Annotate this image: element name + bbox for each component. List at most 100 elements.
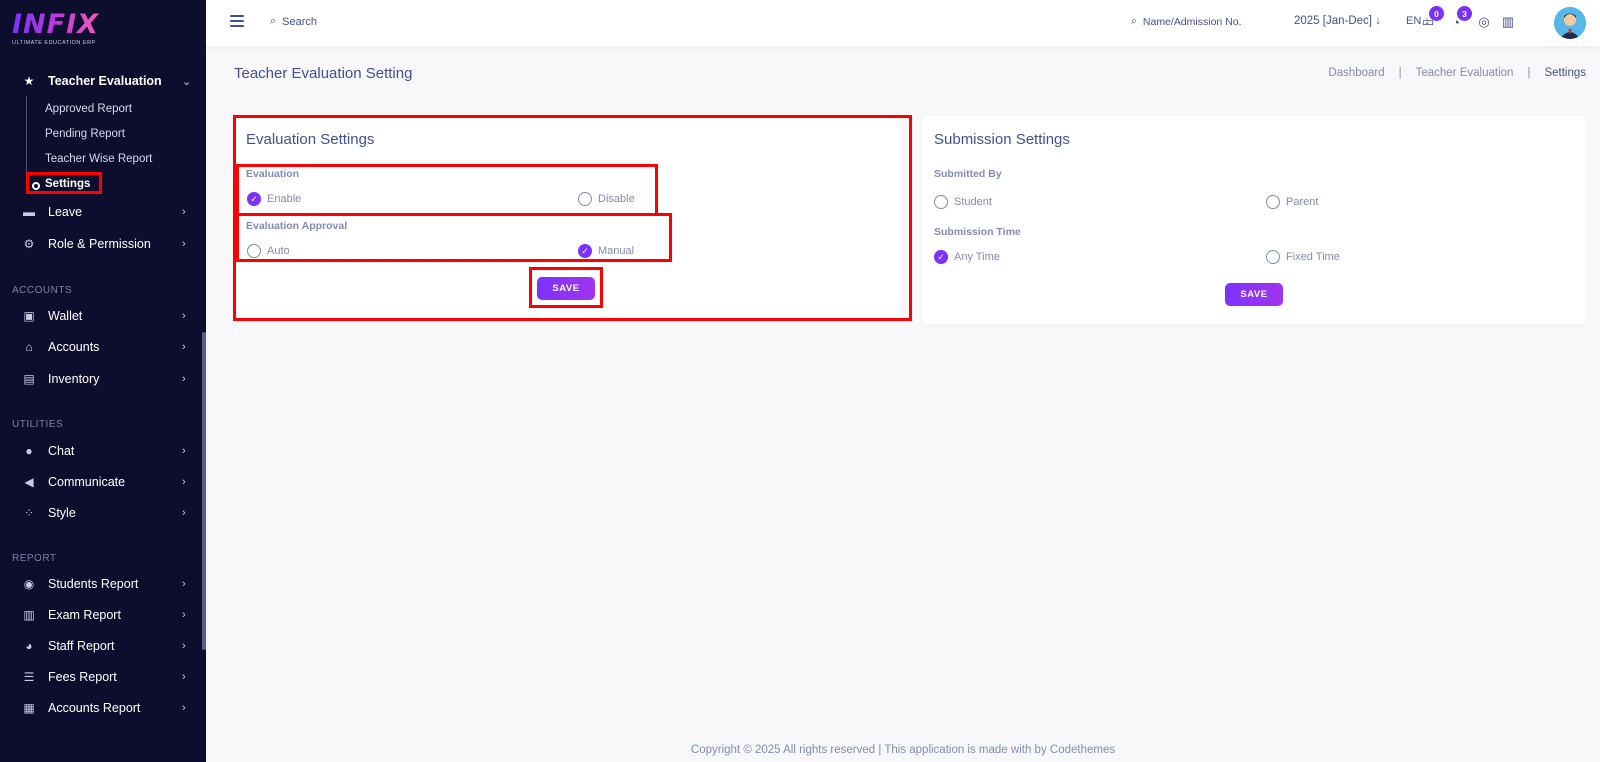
sidebar-item-exam-report[interactable]: ▥ Exam Report › xyxy=(0,601,200,629)
topbar: ⌕ Search ⌕ Name/Admission No. 2025 [Jan-… xyxy=(206,0,1600,46)
sidebar-item-label: Inventory xyxy=(48,372,100,386)
chat-icon: ● xyxy=(25,444,33,458)
radio-circle-icon xyxy=(934,195,948,209)
search-input[interactable]: ⌕ Search xyxy=(270,15,317,28)
chevron-right-icon: › xyxy=(182,341,186,353)
chevron-right-icon: › xyxy=(182,238,186,250)
radio-circle-icon xyxy=(1266,195,1280,209)
radio-label: Parent xyxy=(1286,196,1319,208)
sidebar-item-label: Accounts Report xyxy=(48,701,141,715)
radio-circle-icon xyxy=(578,192,592,206)
year-value: 2025 [Jan-Dec] xyxy=(1294,15,1372,27)
fees-icon: ☰ xyxy=(23,670,35,684)
radio-fixed-time[interactable]: Fixed Time xyxy=(1266,250,1340,264)
user-avatar[interactable] xyxy=(1554,7,1586,39)
chevron-right-icon: › xyxy=(182,507,186,519)
active-dot-icon xyxy=(32,182,40,190)
sidebar-item-leave[interactable]: ▬ Leave › xyxy=(0,198,200,226)
sidebar-item-students-report[interactable]: ◉ Students Report › xyxy=(0,570,200,598)
submenu-teacher-wise-report[interactable]: Teacher Wise Report xyxy=(45,153,152,165)
chevron-right-icon: › xyxy=(182,609,186,621)
sidebar-item-role-permission[interactable]: ⚙ Role & Permission › xyxy=(0,230,200,258)
sidebar-scroll-thumb[interactable] xyxy=(202,332,206,650)
logo-brand: INFIX xyxy=(12,10,112,40)
radio-student[interactable]: Student xyxy=(934,195,992,209)
radio-disable[interactable]: Disable xyxy=(578,192,635,206)
sidebar-item-accounts[interactable]: ⌂ Accounts › xyxy=(0,333,200,361)
radio-parent[interactable]: Parent xyxy=(1266,195,1318,209)
inventory-icon: ▤ xyxy=(23,372,35,386)
chevron-right-icon: › xyxy=(182,640,186,652)
chevron-right-icon: › xyxy=(182,445,186,457)
radio-enable[interactable]: ✓ Enable xyxy=(247,192,301,206)
sidebar: INFIX ULTIMATE EDUCATION ERP ★ Teacher E… xyxy=(0,0,206,762)
radio-label: Enable xyxy=(267,193,302,205)
breadcrumb-teacher-evaluation[interactable]: Teacher Evaluation xyxy=(1416,67,1514,79)
hamburger-menu-icon[interactable] xyxy=(230,15,244,27)
evaluation-approval-label: Evaluation Approval xyxy=(246,220,348,232)
radio-auto[interactable]: Auto xyxy=(247,244,290,258)
submenu-pending-report[interactable]: Pending Report xyxy=(45,128,125,140)
chevron-right-icon: › xyxy=(182,671,186,683)
sidebar-item-label: Style xyxy=(48,506,76,520)
sidebar-item-label: Accounts xyxy=(48,340,100,354)
evaluation-settings-title: Evaluation Settings xyxy=(246,131,375,148)
sidebar-item-communicate[interactable]: ◀ Communicate › xyxy=(0,468,200,496)
sidebar-item-label: Wallet xyxy=(48,309,83,323)
radio-circle-icon xyxy=(247,244,261,258)
bank-icon: ⌂ xyxy=(25,340,33,354)
checkmark-icon: ✓ xyxy=(247,192,261,206)
sidebar-item-label: Chat xyxy=(48,444,75,458)
radio-label: Manual xyxy=(598,245,635,257)
breadcrumb-separator: | xyxy=(1398,67,1402,79)
radio-any-time[interactable]: ✓ Any Time xyxy=(934,250,1000,264)
checkmark-icon: ✓ xyxy=(934,250,948,264)
submission-save-button[interactable]: SAVE xyxy=(1225,283,1283,306)
breadcrumb-separator: | xyxy=(1527,67,1531,79)
sidebar-item-accounts-report[interactable]: ▦ Accounts Report › xyxy=(0,694,200,722)
chevron-right-icon: › xyxy=(182,702,186,714)
sidebar-item-label: Fees Report xyxy=(48,670,117,684)
breadcrumb-settings: Settings xyxy=(1544,67,1586,79)
app-logo[interactable]: INFIX ULTIMATE EDUCATION ERP xyxy=(12,10,112,50)
globe-icon[interactable]: ◎ xyxy=(1476,14,1492,30)
sidebar-item-label: Communicate xyxy=(48,475,126,489)
arrow-down-icon: ↓ xyxy=(1375,15,1381,27)
admission-search-input[interactable]: ⌕ Name/Admission No. xyxy=(1131,15,1242,28)
radio-manual[interactable]: ✓ Manual xyxy=(578,244,634,258)
footer-copyright: Copyright © 2025 All rights reserved | T… xyxy=(690,744,1116,756)
sidebar-item-teacher-evaluation[interactable]: ★ Teacher Evaluation ⌄ xyxy=(0,67,200,95)
sidebar-item-wallet[interactable]: ▣ Wallet › xyxy=(0,302,200,330)
chart-icon[interactable]: ▥ xyxy=(1500,14,1516,30)
language-value: EN xyxy=(1406,15,1422,27)
accounts-report-icon: ▦ xyxy=(23,701,35,715)
submenu-settings[interactable]: Settings xyxy=(45,178,90,190)
chevron-down-icon: ⌄ xyxy=(182,75,192,88)
sidebar-item-inventory[interactable]: ▤ Inventory › xyxy=(0,365,200,393)
staff-icon: ◕ xyxy=(25,639,33,653)
style-icon: ⁘ xyxy=(23,506,35,520)
year-selector[interactable]: 2025 [Jan-Dec] ↓ xyxy=(1294,15,1381,27)
chevron-right-icon: › xyxy=(182,206,186,218)
sidebar-item-fees-report[interactable]: ☰ Fees Report › xyxy=(0,663,200,691)
chevron-right-icon: › xyxy=(182,476,186,488)
page-title: Teacher Evaluation Setting xyxy=(234,65,413,82)
sidebar-item-staff-report[interactable]: ◕ Staff Report › xyxy=(0,632,200,660)
search-icon: ⌕ xyxy=(1131,15,1137,27)
admission-placeholder: Name/Admission No. xyxy=(1142,15,1242,28)
chevron-right-icon: › xyxy=(182,310,186,322)
section-utilities: UTILITIES xyxy=(12,419,64,430)
radio-label: Fixed Time xyxy=(1286,251,1340,263)
messages-icon[interactable]: ▭ 0 xyxy=(1420,6,1444,30)
evaluation-save-button[interactable]: SAVE xyxy=(537,277,595,300)
submission-settings-title: Submission Settings xyxy=(934,131,1070,148)
sidebar-item-chat[interactable]: ● Chat › xyxy=(0,437,200,465)
submenu-approved-report[interactable]: Approved Report xyxy=(45,103,132,115)
submission-time-label: Submission Time xyxy=(934,226,1021,238)
breadcrumb-dashboard[interactable]: Dashboard xyxy=(1328,67,1384,79)
bell-icon[interactable]: ◔ 3 xyxy=(1448,6,1472,30)
sidebar-item-style[interactable]: ⁘ Style › xyxy=(0,499,200,527)
radio-label: Student xyxy=(954,196,992,208)
search-icon: ⌕ xyxy=(270,15,277,27)
exam-icon: ▥ xyxy=(23,608,35,622)
